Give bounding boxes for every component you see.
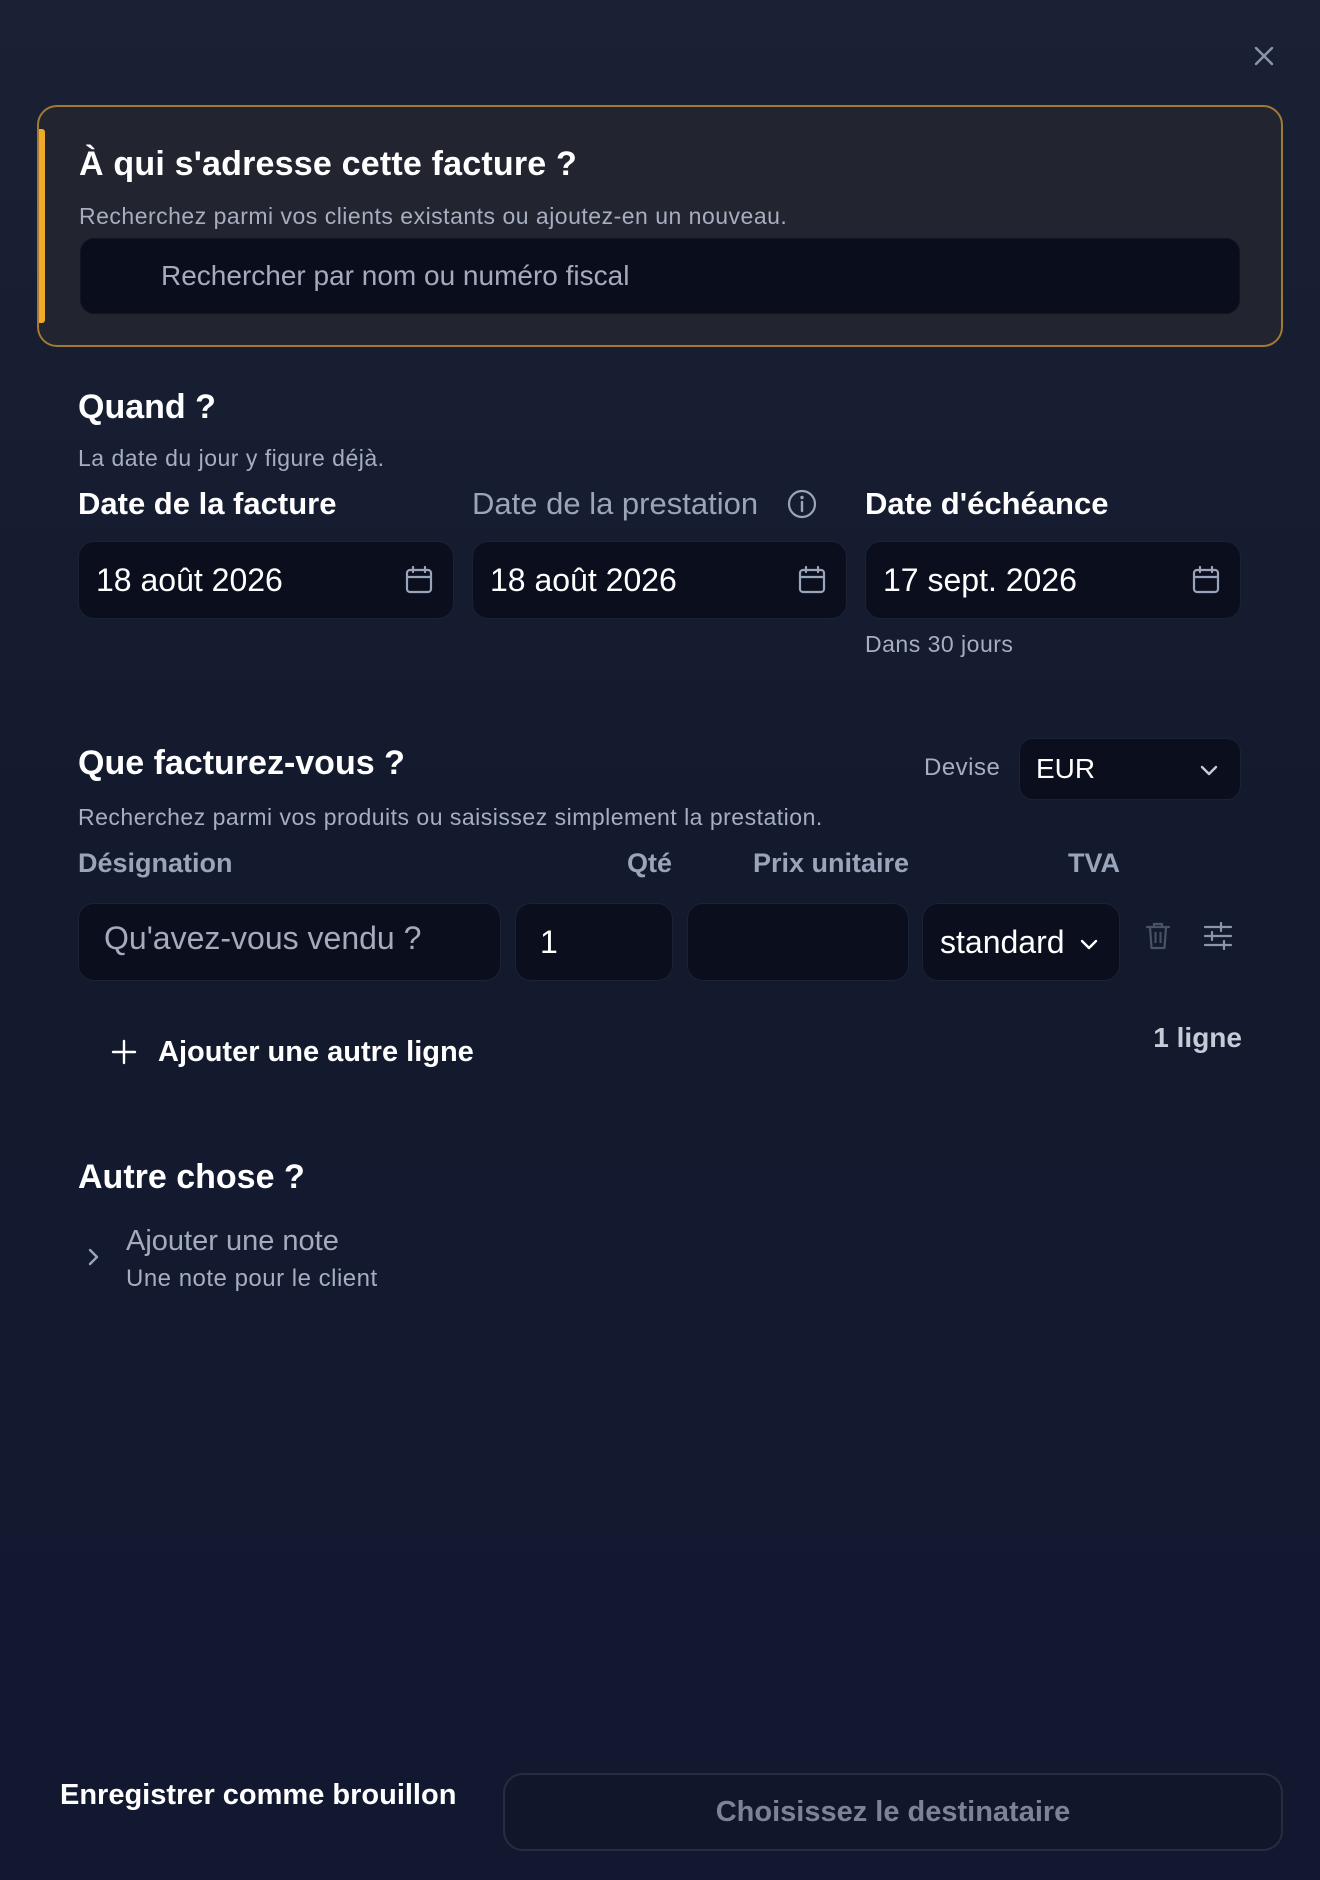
choose-recipient-label: Choisissez le destinataire (715, 1795, 1071, 1828)
close-button[interactable] (1248, 40, 1280, 72)
due-date-label: Date d'échéance (865, 486, 1109, 521)
currency-select[interactable]: EUR (1019, 738, 1241, 800)
close-icon (1254, 46, 1274, 66)
sliders-icon (1203, 921, 1233, 951)
vat-value: standard (940, 923, 1065, 960)
column-designation: Désignation (78, 848, 233, 878)
line-options-button[interactable] (1200, 918, 1236, 954)
line-count: 1 ligne (1153, 1022, 1242, 1053)
column-unit-price: Prix unitaire (753, 848, 910, 878)
when-title: Quand ? (78, 388, 216, 426)
vat-select[interactable]: standard (922, 903, 1120, 981)
due-date-value: 17 sept. 2026 (883, 561, 1077, 598)
invoice-date-value: 18 août 2026 (96, 561, 283, 598)
recipient-title: À qui s'adresse cette facture ? (79, 145, 578, 183)
invoice-date-label: Date de la facture (78, 486, 337, 521)
trash-icon (1145, 922, 1171, 950)
add-line-button[interactable]: Ajouter une autre ligne (110, 1030, 474, 1074)
service-date-field[interactable]: 18 août 2026 (472, 541, 847, 619)
service-date-label: Date de la prestation (472, 486, 759, 521)
items-title: Que facturez-vous ? (78, 744, 405, 782)
add-note-title: Ajouter une note (126, 1225, 339, 1257)
service-date-value: 18 août 2026 (490, 561, 677, 598)
add-note-description: Une note pour le client (126, 1265, 378, 1292)
add-line-label: Ajouter une autre ligne (158, 1035, 474, 1068)
recipient-accent-bar (39, 129, 45, 323)
calendar-icon (1192, 565, 1220, 594)
designation-input[interactable] (79, 904, 500, 980)
client-search-input[interactable] (81, 239, 1239, 313)
chevron-right-icon (88, 1248, 99, 1266)
plus-icon (111, 1039, 137, 1065)
calendar-icon (405, 565, 433, 594)
calendar-icon (798, 565, 826, 594)
other-title: Autre chose ? (78, 1158, 305, 1196)
invoice-date-field[interactable]: 18 août 2026 (78, 541, 454, 619)
chevron-down-icon (1080, 939, 1098, 950)
due-date-field[interactable]: 17 sept. 2026 (865, 541, 1241, 619)
delete-line-button[interactable] (1140, 918, 1176, 954)
unit-price-field[interactable] (687, 903, 909, 981)
designation-field[interactable] (78, 903, 501, 981)
client-search-box[interactable] (80, 238, 1240, 314)
unit-price-input[interactable] (688, 904, 908, 980)
when-subtitle: La date du jour y figure déjà. (78, 445, 385, 471)
qty-input[interactable] (516, 904, 672, 980)
recipient-section: À qui s'adresse cette facture ? Recherch… (37, 105, 1283, 347)
invoice-form-page: À qui s'adresse cette facture ? Recherch… (0, 0, 1320, 1880)
recipient-subtitle: Recherchez parmi vos clients existants o… (79, 203, 788, 229)
save-draft-button[interactable]: Enregistrer comme brouillon (60, 1770, 456, 1820)
due-date-hint: Dans 30 jours (865, 631, 1014, 657)
column-qty: Qté (627, 848, 673, 878)
choose-recipient-button[interactable]: Choisissez le destinataire (503, 1773, 1283, 1851)
currency-label: Devise (924, 754, 1001, 781)
add-note-toggle[interactable]: Ajouter une note Une note pour le client (80, 1222, 500, 1298)
items-subtitle: Recherchez parmi vos produits ou saisiss… (78, 804, 823, 830)
currency-value: EUR (1036, 753, 1096, 784)
chevron-down-icon (1200, 765, 1218, 776)
column-vat: TVA (1068, 848, 1120, 878)
qty-field[interactable] (515, 903, 673, 981)
info-icon[interactable] (786, 488, 818, 520)
